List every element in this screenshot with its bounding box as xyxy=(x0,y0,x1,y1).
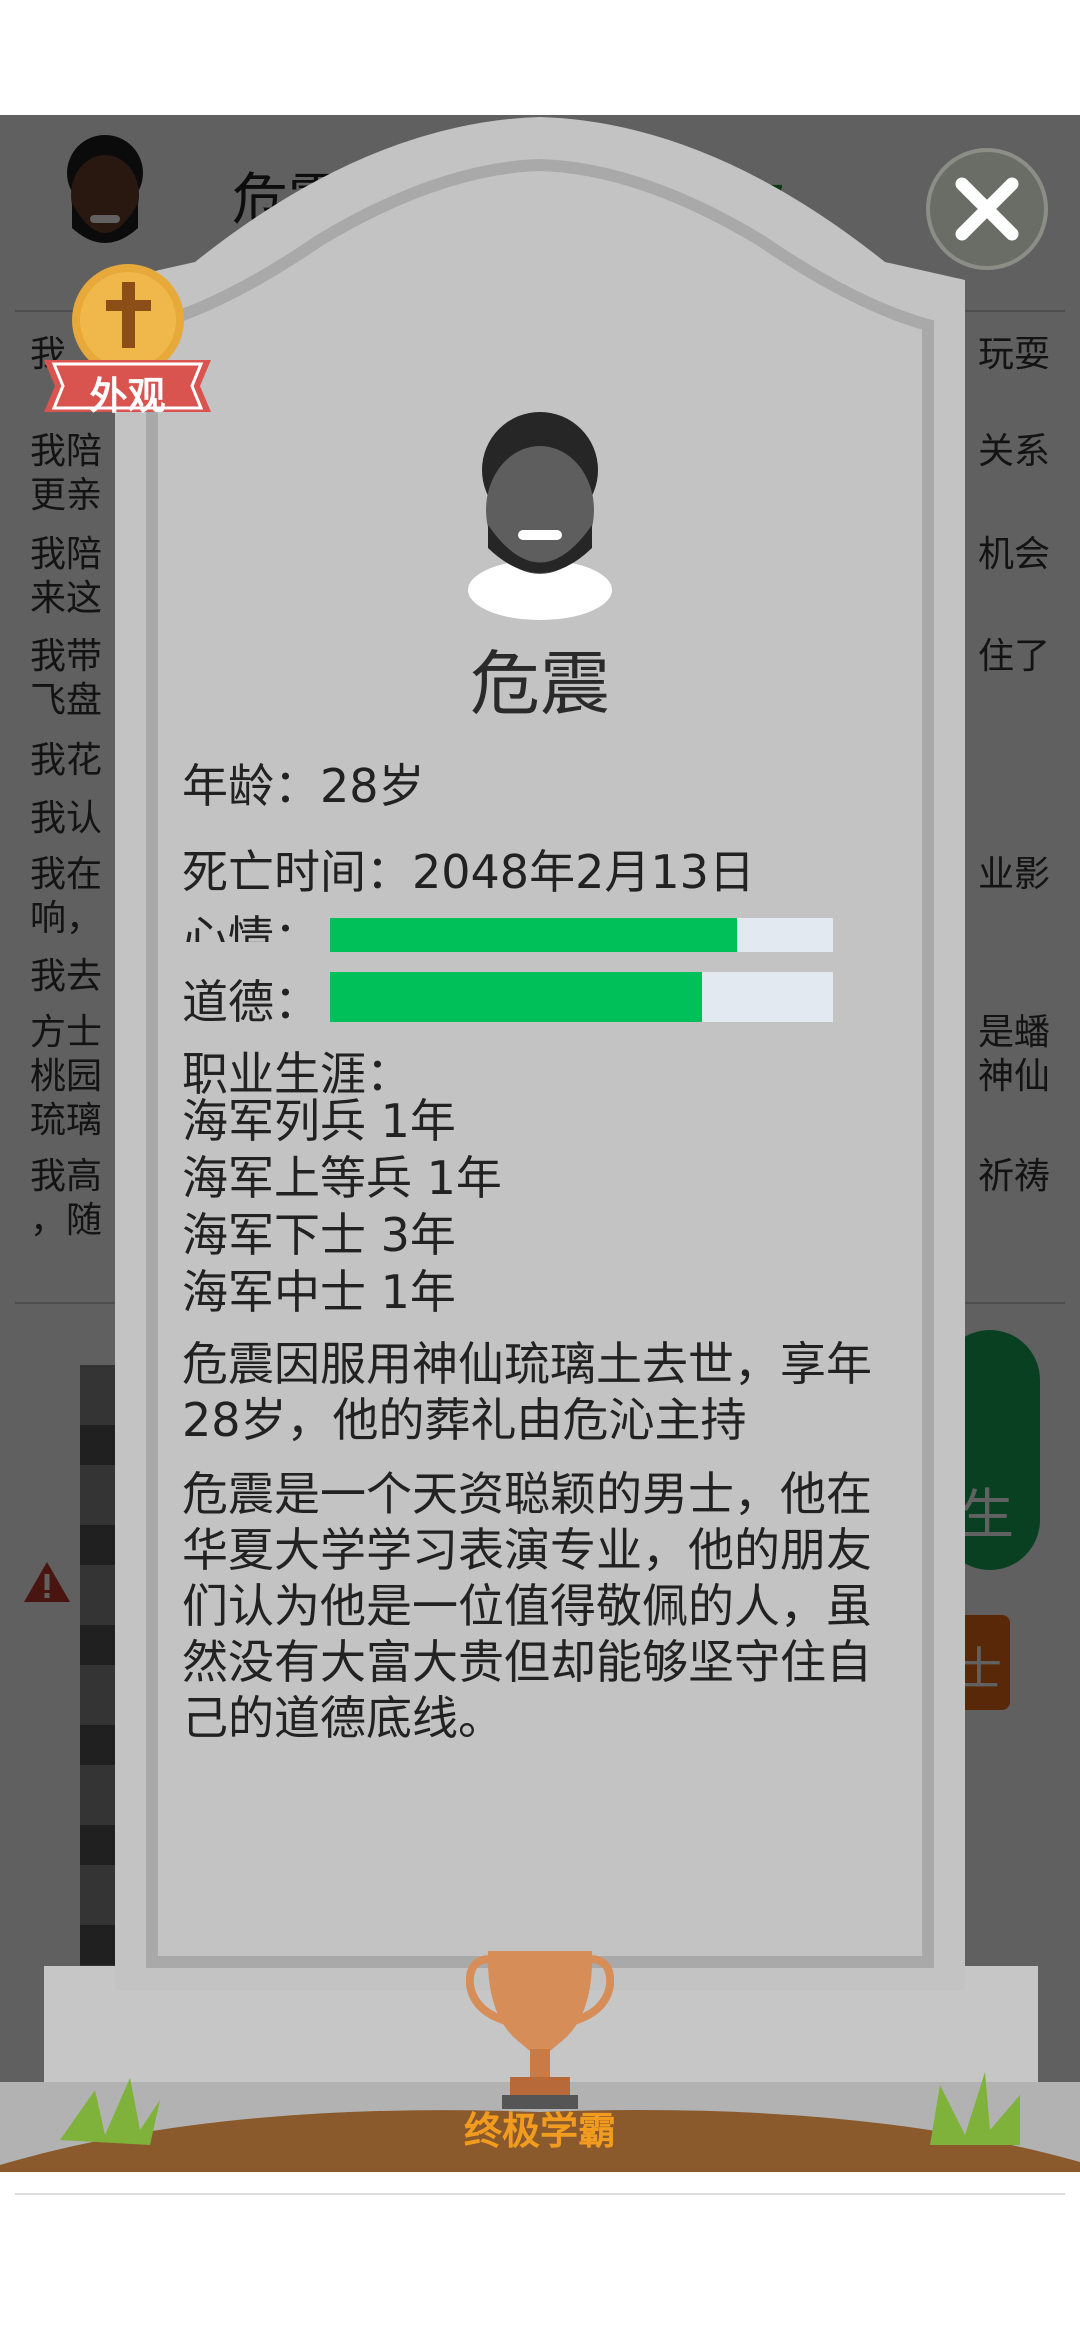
deceased-name: 危震 xyxy=(470,643,610,725)
morality-bar-fill xyxy=(330,972,703,1022)
career-item: 海军中士 1年 xyxy=(182,1265,456,1319)
death-time-field: 死亡时间：2048年2月13日 xyxy=(182,845,755,899)
morality-bar xyxy=(330,972,833,1022)
death-description: 危震因服用神仙琉璃土去世，享年28岁，他的葬礼由危沁主持 xyxy=(182,1337,872,1447)
career-item: 海军列兵 1年 xyxy=(182,1094,456,1148)
achievement-label: 终极学霸 xyxy=(463,2109,616,2153)
appearance-button[interactable]: 外观 xyxy=(40,262,215,427)
mood-bar xyxy=(330,918,833,952)
close-icon xyxy=(955,177,1019,241)
mood-bar-fill xyxy=(330,918,738,952)
appearance-label: 外观 xyxy=(89,374,166,418)
career-list: 海军列兵 1年 海军上等兵 1年 海军下士 3年 海军中士 1年 xyxy=(182,1093,502,1321)
biography: 危震是一个天资聪颖的男士，他在华夏大学学习表演专业，他的朋友们认为他是一位值得敬… xyxy=(182,1467,872,1745)
morality-label: 道德： xyxy=(182,975,320,1029)
deceased-avatar xyxy=(468,412,612,620)
mood-label: 心情： xyxy=(182,911,320,942)
close-button[interactable] xyxy=(926,148,1048,270)
trophy-icon xyxy=(466,1951,614,2109)
career-item: 海军上等兵 1年 xyxy=(182,1151,502,1205)
age-field: 年龄：28岁 xyxy=(182,759,425,813)
career-item: 海军下士 3年 xyxy=(182,1208,456,1262)
